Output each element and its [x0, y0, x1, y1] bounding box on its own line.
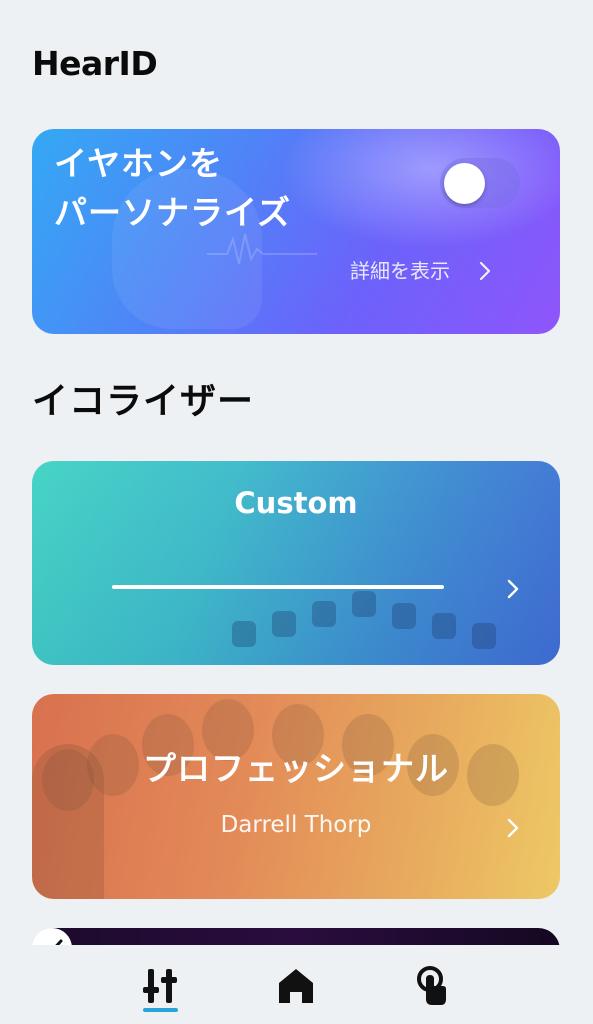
preset-title: Custom	[234, 486, 358, 520]
equalizer-section-title: イコライザー	[32, 381, 255, 422]
active-tab-indicator	[143, 1008, 178, 1012]
hearid-heading-line1: イヤホンを	[54, 144, 224, 183]
hearid-section-title: HearID	[32, 44, 158, 83]
eq-preset-card-custom[interactable]: Custom	[32, 461, 560, 665]
hearid-details-link[interactable]: 詳細を表示	[350, 256, 496, 286]
hearid-card[interactable]: イヤホンを パーソナライズ 詳細を表示	[32, 129, 560, 334]
toggle-knob	[444, 163, 485, 204]
chevron-right-icon	[479, 261, 491, 281]
hearid-card-heading: イヤホンを パーソナライズ	[54, 139, 394, 237]
preset-title: プロフェッショナル	[143, 749, 449, 788]
touch-gesture-icon	[417, 966, 446, 1005]
tab-touch-controls[interactable]	[411, 965, 451, 1007]
eq-preset-card-professional[interactable]: プロフェッショナル Darrell Thorp	[32, 694, 560, 899]
preset-subtitle: Darrell Thorp	[220, 812, 372, 838]
bottom-tab-bar	[0, 945, 593, 1024]
tab-equalizer[interactable]	[140, 965, 180, 1007]
chevron-right-icon[interactable]	[500, 815, 526, 841]
home-icon	[279, 969, 313, 1003]
hearid-toggle[interactable]	[440, 158, 520, 208]
tab-home[interactable]	[276, 965, 316, 1007]
hearid-heading-line2: パーソナライズ	[54, 193, 292, 232]
eq-curve-line	[112, 585, 444, 589]
sliders-icon	[143, 969, 177, 1003]
chevron-right-icon[interactable]	[500, 576, 526, 602]
details-label: 詳細を表示	[350, 259, 450, 283]
mixer-knobs-image	[232, 591, 532, 661]
